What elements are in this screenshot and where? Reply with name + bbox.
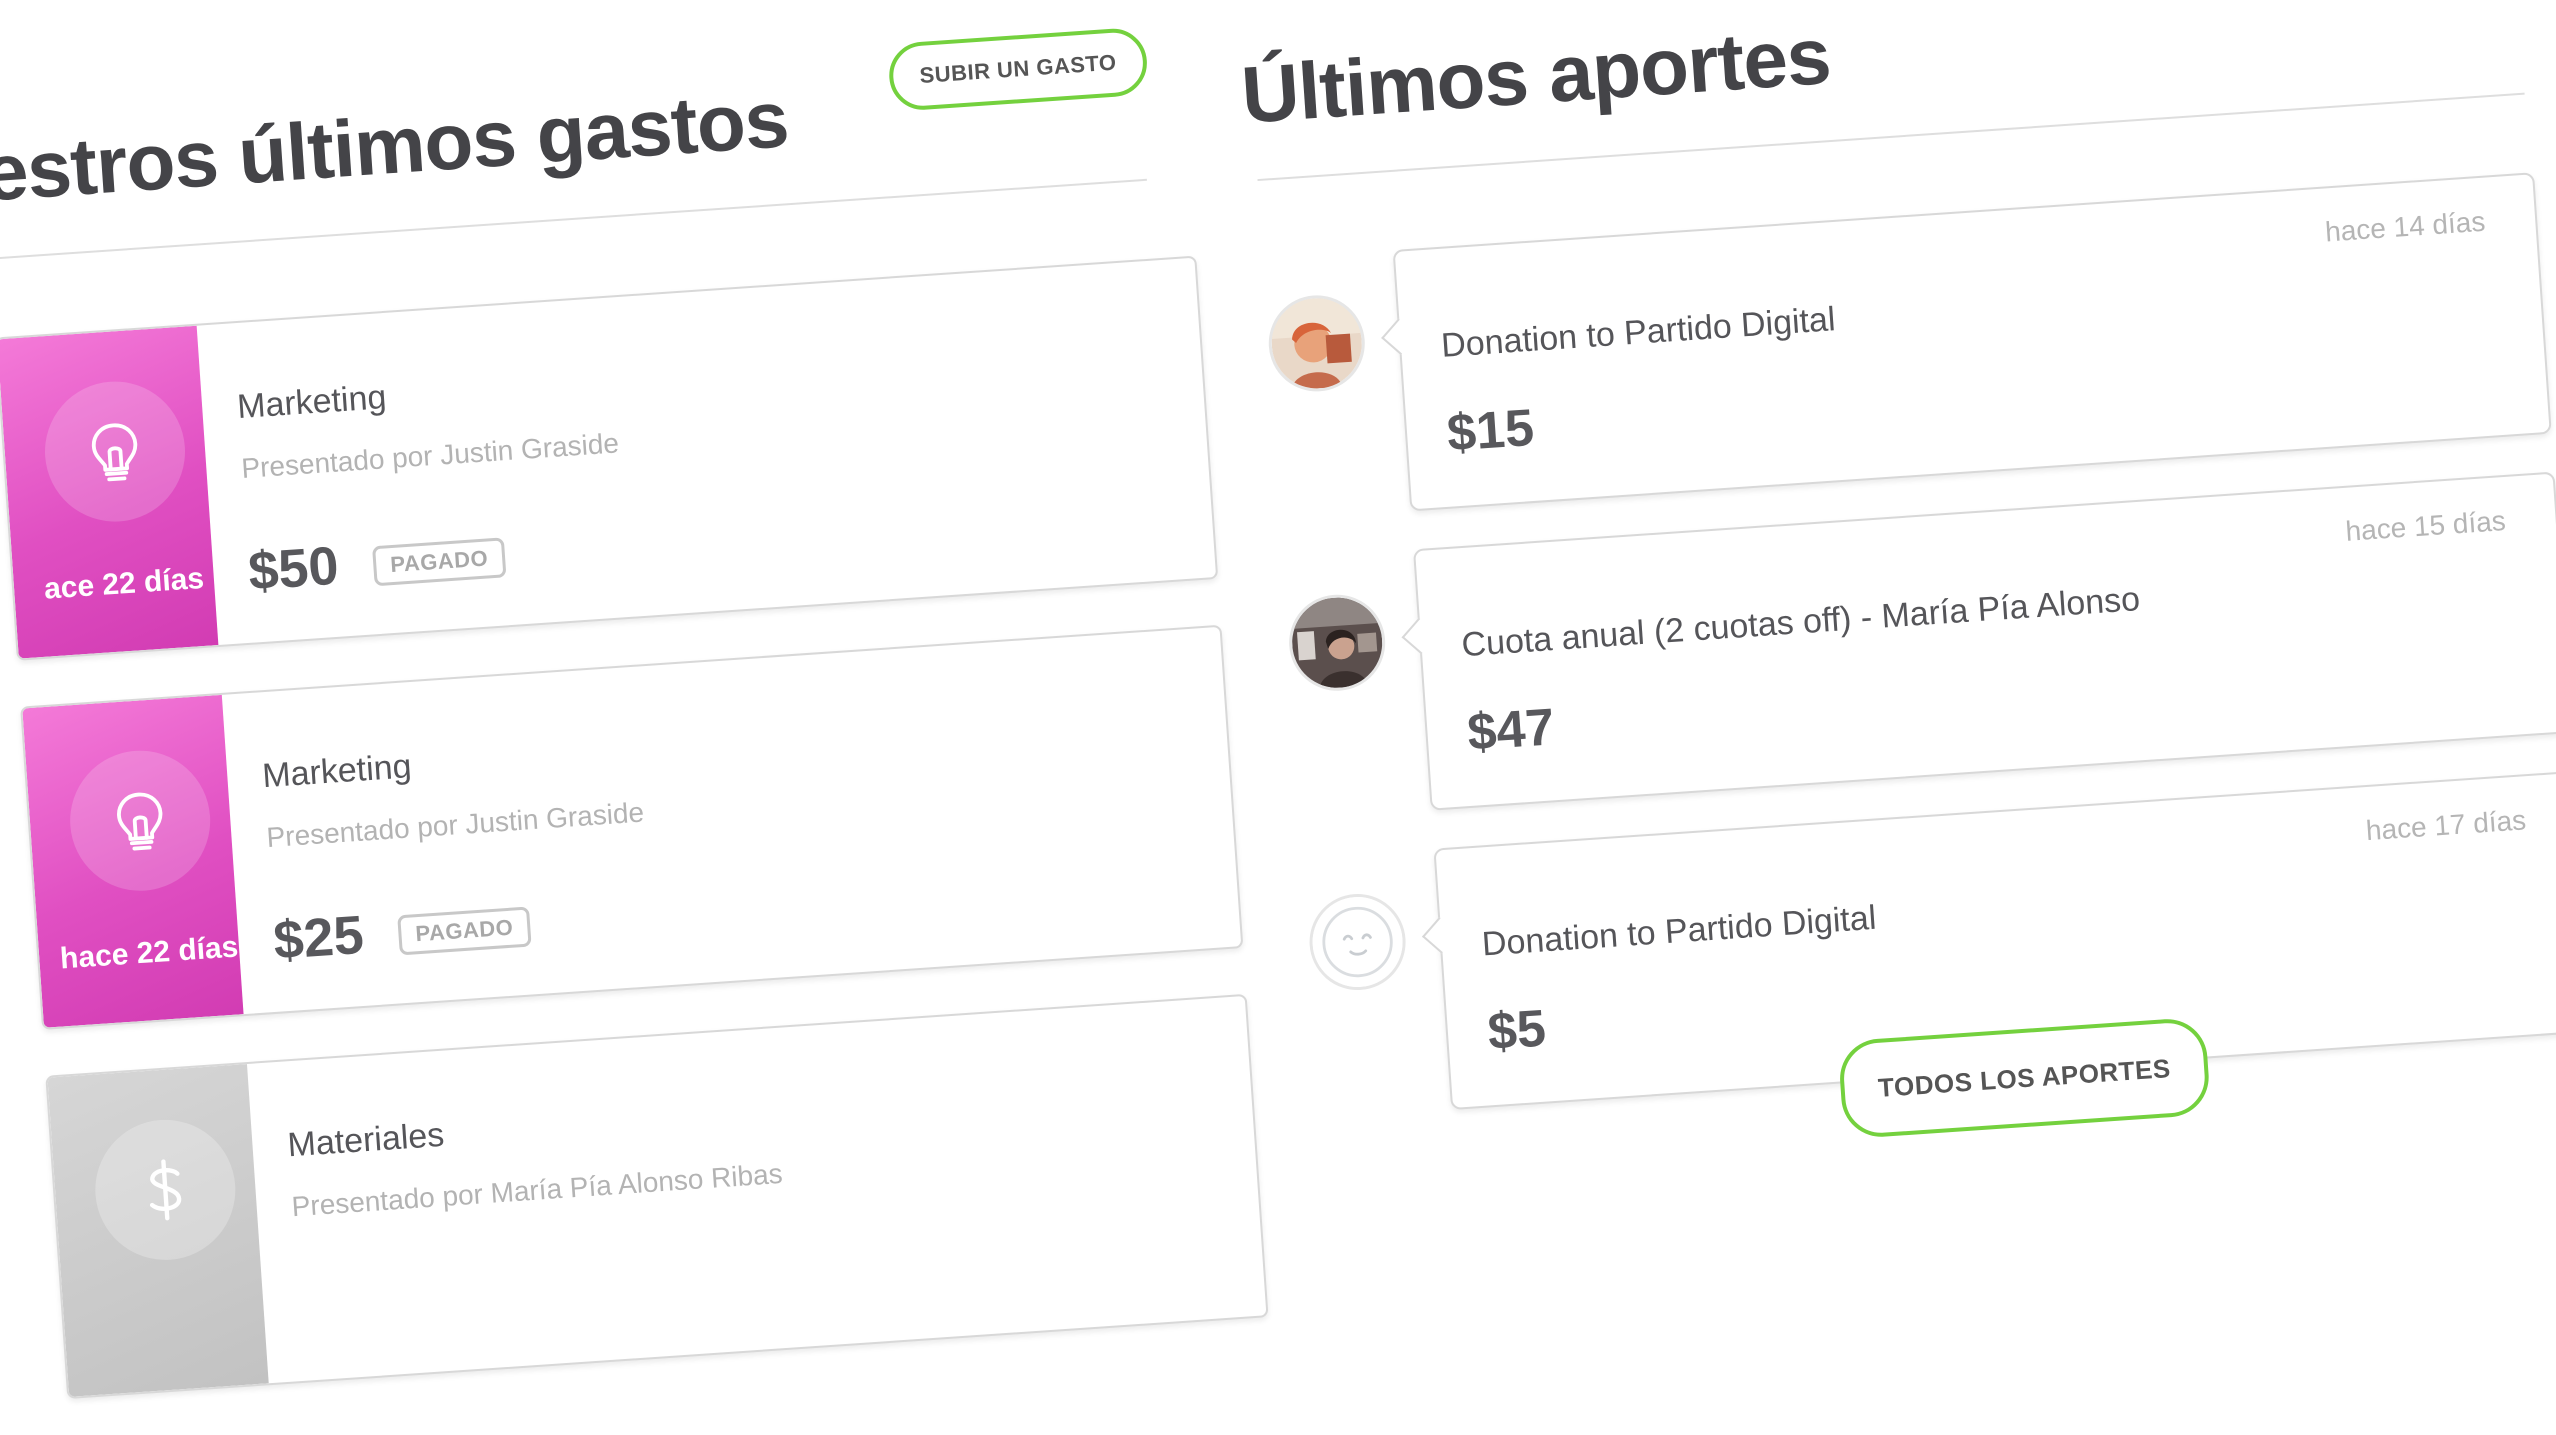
user-photo — [1268, 295, 1365, 392]
upload-expense-button[interactable]: SUBIR UN GASTO — [887, 26, 1150, 112]
expense-status-badge: PAGADO — [372, 537, 507, 587]
contribution-amount: $47 — [1465, 698, 1557, 762]
expense-category: Materiales — [286, 1115, 446, 1165]
avatar[interactable] — [1286, 591, 1389, 694]
expense-card[interactable]: ace 22 días Marketing Presentado por Jus… — [0, 255, 1219, 661]
contributions-section: Últimos aportes hace 14 días Donation to… — [1238, 0, 2556, 1387]
expense-category-panel — [47, 1064, 269, 1397]
expense-icon-badge — [90, 1115, 240, 1265]
contribution-card: hace 15 días Cuota anual (2 cuotas off) … — [1413, 471, 2556, 811]
contribution-description: Donation to Partido Digital — [1439, 300, 1837, 365]
expense-amount: $25 — [271, 904, 366, 971]
expense-card[interactable]: hace 22 días Marketing Presentado por Ju… — [20, 624, 1244, 1030]
expense-status-badge: PAGADO — [397, 906, 532, 956]
contribution-time: hace 17 días — [2364, 804, 2528, 847]
avatar[interactable] — [1265, 292, 1368, 395]
contribution-description: Donation to Partido Digital — [1480, 898, 1878, 964]
contribution-amount: $5 — [1486, 999, 1548, 1062]
avatar[interactable] — [1306, 890, 1409, 994]
contribution-time: hace 15 días — [2344, 505, 2507, 547]
expense-icon-badge — [40, 376, 190, 527]
expenses-title: estros últimos gastos — [0, 74, 791, 218]
expense-presenter: Presentado por María Pía Alonso Ribas — [290, 1157, 784, 1223]
expense-category: Marketing — [235, 378, 388, 427]
contribution-time: hace 14 días — [2324, 205, 2487, 248]
expense-presenter: Presentado por Justin Graside — [240, 427, 620, 484]
expense-icon-badge — [65, 746, 215, 896]
expenses-section: estros últimos gastos SUBIR UN GASTO ace… — [0, 26, 1307, 1435]
expense-category: Marketing — [261, 747, 413, 796]
expense-presenter: Presentado por Justin Graside — [265, 796, 646, 854]
contribution-amount: $15 — [1445, 398, 1536, 463]
expense-category-panel: hace 22 días — [22, 694, 244, 1028]
expense-date: hace 22 días — [59, 930, 240, 976]
user-photo — [1289, 594, 1386, 691]
expense-category-panel: ace 22 días — [0, 325, 219, 659]
expense-date: ace 22 días — [43, 561, 206, 606]
contribution-card: hace 14 días Donation to Partido Digital… — [1392, 172, 2552, 512]
contribution-item[interactable]: hace 14 días Donation to Partido Digital… — [1253, 164, 2556, 519]
lightbulb-icon — [91, 423, 138, 482]
contribution-item[interactable]: hace 15 días Cuota anual (2 cuotas off) … — [1273, 464, 2556, 819]
default-avatar-icon — [1309, 894, 1406, 990]
lightbulb-icon — [117, 792, 163, 851]
expense-card[interactable]: Materiales Presentado por María Pía Alon… — [45, 993, 1269, 1400]
contribution-description: Cuota anual (2 cuotas off) - María Pía A… — [1460, 580, 2142, 665]
dollar-icon — [149, 1159, 182, 1221]
expense-amount: $50 — [246, 535, 341, 602]
contributions-title: Últimos aportes — [1238, 10, 1833, 140]
